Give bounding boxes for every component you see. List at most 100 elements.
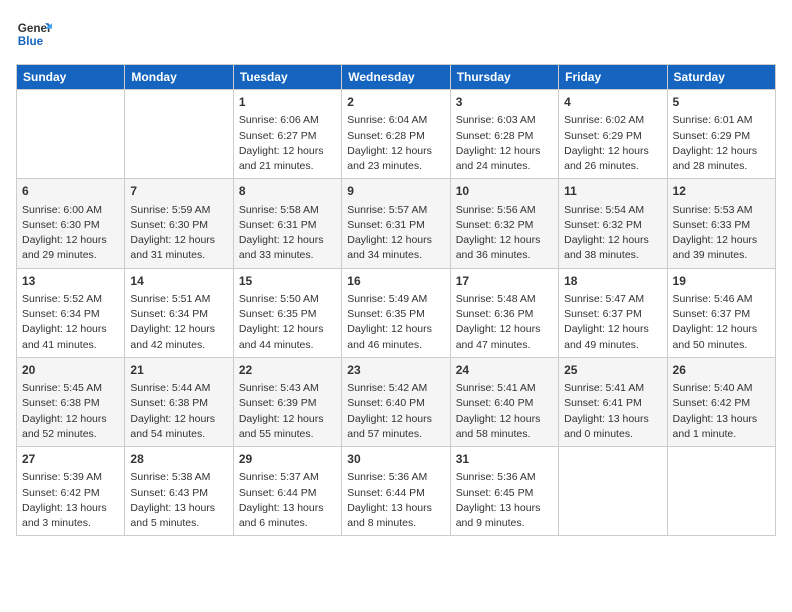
day-cell: 20Sunrise: 5:45 AMSunset: 6:38 PMDayligh… <box>17 357 125 446</box>
dow-header-wednesday: Wednesday <box>342 65 450 90</box>
day-cell: 13Sunrise: 5:52 AMSunset: 6:34 PMDayligh… <box>17 268 125 357</box>
day-info-line: Sunrise: 5:46 AM <box>673 292 770 307</box>
day-info-line: Sunset: 6:32 PM <box>564 218 661 233</box>
day-info-line: Sunrise: 5:41 AM <box>564 381 661 396</box>
day-number: 4 <box>564 94 661 111</box>
day-info-line: Sunrise: 5:43 AM <box>239 381 336 396</box>
day-info-line: Daylight: 12 hours and 47 minutes. <box>456 322 553 352</box>
day-number: 20 <box>22 362 119 379</box>
day-info-line: Daylight: 13 hours and 1 minute. <box>673 412 770 442</box>
calendar-table: SundayMondayTuesdayWednesdayThursdayFrid… <box>16 64 776 536</box>
dow-header-tuesday: Tuesday <box>233 65 341 90</box>
day-cell: 9Sunrise: 5:57 AMSunset: 6:31 PMDaylight… <box>342 179 450 268</box>
day-info-line: Sunrise: 5:54 AM <box>564 203 661 218</box>
day-info-line: Sunset: 6:42 PM <box>673 396 770 411</box>
day-number: 8 <box>239 183 336 200</box>
day-info-line: Sunset: 6:40 PM <box>347 396 444 411</box>
day-info-line: Sunrise: 5:41 AM <box>456 381 553 396</box>
day-number: 19 <box>673 273 770 290</box>
day-number: 27 <box>22 451 119 468</box>
logo: General Blue <box>16 16 52 52</box>
day-info-line: Sunset: 6:28 PM <box>347 129 444 144</box>
day-info-line: Sunset: 6:32 PM <box>456 218 553 233</box>
day-cell: 22Sunrise: 5:43 AMSunset: 6:39 PMDayligh… <box>233 357 341 446</box>
day-cell: 6Sunrise: 6:00 AMSunset: 6:30 PMDaylight… <box>17 179 125 268</box>
day-cell: 30Sunrise: 5:36 AMSunset: 6:44 PMDayligh… <box>342 447 450 536</box>
day-info-line: Sunset: 6:36 PM <box>456 307 553 322</box>
day-info-line: Sunset: 6:38 PM <box>22 396 119 411</box>
day-cell: 31Sunrise: 5:36 AMSunset: 6:45 PMDayligh… <box>450 447 558 536</box>
day-cell: 3Sunrise: 6:03 AMSunset: 6:28 PMDaylight… <box>450 90 558 179</box>
day-cell: 24Sunrise: 5:41 AMSunset: 6:40 PMDayligh… <box>450 357 558 446</box>
day-cell: 21 Sunrise: 5:44 AMSunset: 6:38 PMDayligh… <box>125 357 233 446</box>
day-number: 16 <box>347 273 444 290</box>
day-info-line: Sunrise: 5:40 AM <box>673 381 770 396</box>
day-info-line: Daylight: 12 hours and 28 minutes. <box>673 144 770 174</box>
week-row-5: 27Sunrise: 5:39 AMSunset: 6:42 PMDayligh… <box>17 447 776 536</box>
day-info-line: Daylight: 12 hours and 46 minutes. <box>347 322 444 352</box>
dow-header-thursday: Thursday <box>450 65 558 90</box>
day-number: 6 <box>22 183 119 200</box>
day-cell: 8Sunrise: 5:58 AMSunset: 6:31 PMDaylight… <box>233 179 341 268</box>
day-info-line: Sunrise: 5:37 AM <box>239 470 336 485</box>
day-info-line: Sunset: 6:34 PM <box>130 307 227 322</box>
day-cell: 26Sunrise: 5:40 AMSunset: 6:42 PMDayligh… <box>667 357 775 446</box>
day-cell <box>559 447 667 536</box>
week-row-2: 6Sunrise: 6:00 AMSunset: 6:30 PMDaylight… <box>17 179 776 268</box>
day-info-line: Sunset: 6:30 PM <box>130 218 227 233</box>
day-info-line: Daylight: 12 hours and 21 minutes. <box>239 144 336 174</box>
day-cell: 28Sunrise: 5:38 AMSunset: 6:43 PMDayligh… <box>125 447 233 536</box>
day-info-line: Sunset: 6:27 PM <box>239 129 336 144</box>
day-info-line: Sunrise: 5:52 AM <box>22 292 119 307</box>
day-info-line: Sunset: 6:38 PM <box>130 396 227 411</box>
day-info-line: Daylight: 12 hours and 31 minutes. <box>130 233 227 263</box>
day-number: 2 <box>347 94 444 111</box>
day-cell: 27Sunrise: 5:39 AMSunset: 6:42 PMDayligh… <box>17 447 125 536</box>
day-number: 9 <box>347 183 444 200</box>
day-number: 11 <box>564 183 661 200</box>
day-info-line: Sunrise: 5:48 AM <box>456 292 553 307</box>
day-cell: 17Sunrise: 5:48 AMSunset: 6:36 PMDayligh… <box>450 268 558 357</box>
day-info-line: Sunrise: 5:39 AM <box>22 470 119 485</box>
day-info-line: Daylight: 12 hours and 29 minutes. <box>22 233 119 263</box>
day-info-line: Sunset: 6:41 PM <box>564 396 661 411</box>
day-info-line: Sunrise: 5:44 AM <box>130 381 227 396</box>
day-info-line: Sunrise: 5:49 AM <box>347 292 444 307</box>
day-number: 3 <box>456 94 553 111</box>
day-info-line: Sunset: 6:35 PM <box>239 307 336 322</box>
day-cell: 14Sunrise: 5:51 AMSunset: 6:34 PMDayligh… <box>125 268 233 357</box>
day-cell: 11Sunrise: 5:54 AMSunset: 6:32 PMDayligh… <box>559 179 667 268</box>
day-info-line: Sunrise: 6:06 AM <box>239 113 336 128</box>
day-info-line: Daylight: 12 hours and 54 minutes. <box>130 412 227 442</box>
day-info-line: Sunset: 6:31 PM <box>347 218 444 233</box>
day-info-line: Daylight: 12 hours and 24 minutes. <box>456 144 553 174</box>
day-cell: 10Sunrise: 5:56 AMSunset: 6:32 PMDayligh… <box>450 179 558 268</box>
day-number: 14 <box>130 273 227 290</box>
day-info-line: Daylight: 12 hours and 39 minutes. <box>673 233 770 263</box>
day-info-line: Sunrise: 5:53 AM <box>673 203 770 218</box>
day-number: 24 <box>456 362 553 379</box>
day-cell <box>125 90 233 179</box>
day-info-line: Daylight: 12 hours and 49 minutes. <box>564 322 661 352</box>
day-cell: 29Sunrise: 5:37 AMSunset: 6:44 PMDayligh… <box>233 447 341 536</box>
day-info-line: Sunset: 6:31 PM <box>239 218 336 233</box>
logo-icon: General Blue <box>16 16 52 52</box>
week-row-1: 1Sunrise: 6:06 AMSunset: 6:27 PMDaylight… <box>17 90 776 179</box>
day-number: 18 <box>564 273 661 290</box>
day-number: 30 <box>347 451 444 468</box>
day-info-line: Daylight: 12 hours and 33 minutes. <box>239 233 336 263</box>
day-cell <box>667 447 775 536</box>
day-info-line: Sunset: 6:37 PM <box>564 307 661 322</box>
day-cell: 4Sunrise: 6:02 AMSunset: 6:29 PMDaylight… <box>559 90 667 179</box>
svg-text:Blue: Blue <box>18 35 44 48</box>
day-info-line: Daylight: 12 hours and 23 minutes. <box>347 144 444 174</box>
day-number: 28 <box>130 451 227 468</box>
day-number: 21 <box>130 362 227 379</box>
day-number: 10 <box>456 183 553 200</box>
day-cell: 1Sunrise: 6:06 AMSunset: 6:27 PMDaylight… <box>233 90 341 179</box>
day-cell: 5Sunrise: 6:01 AMSunset: 6:29 PMDaylight… <box>667 90 775 179</box>
week-row-4: 20Sunrise: 5:45 AMSunset: 6:38 PMDayligh… <box>17 357 776 446</box>
day-info-line: Sunset: 6:40 PM <box>456 396 553 411</box>
day-info-line: Daylight: 12 hours and 42 minutes. <box>130 322 227 352</box>
dow-header-saturday: Saturday <box>667 65 775 90</box>
